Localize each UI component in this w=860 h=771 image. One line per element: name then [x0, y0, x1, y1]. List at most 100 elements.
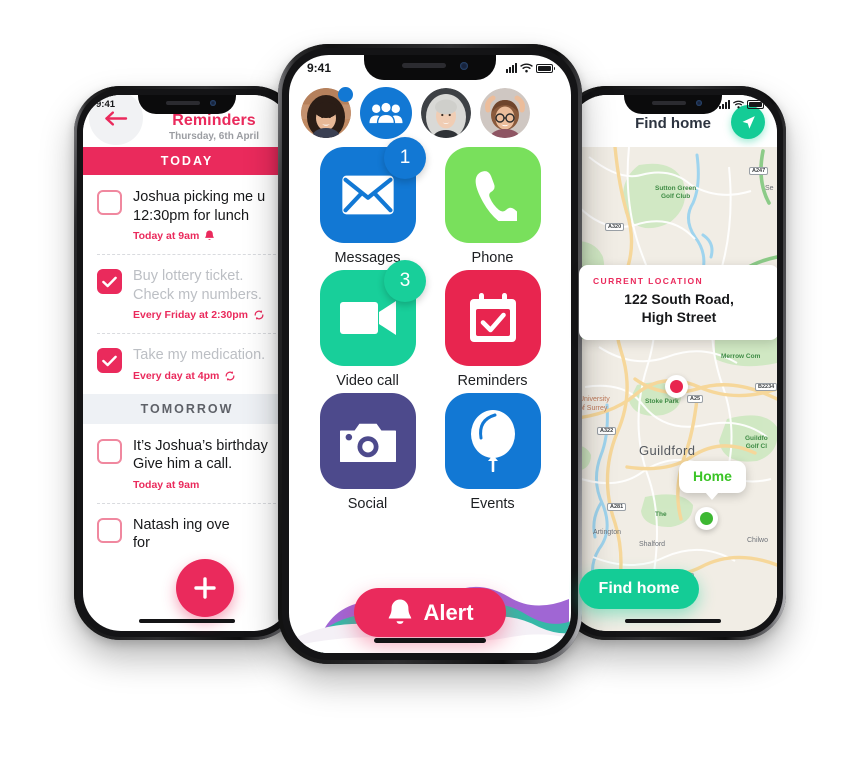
signal-icon	[506, 63, 517, 73]
app-tile[interactable]	[319, 393, 416, 489]
task-row[interactable]: Joshua picking me u 12:30pm for lunch To…	[83, 175, 291, 254]
screen-reminders: 9:41 Reminders Thursday, 6th April TODAY…	[83, 95, 291, 631]
task-content: Buy lottery ticket. Check my numbers. Ev…	[133, 267, 281, 321]
check-icon	[102, 276, 117, 287]
task-meta-text: Every day at 4pm	[133, 369, 220, 382]
map-label: Guildfo Golf Cl	[745, 435, 768, 451]
contact-avatar-1[interactable]	[301, 87, 353, 138]
screen-find-home: Find home Sutton Green Golf Club Se Merr…	[569, 95, 777, 631]
task-checkbox[interactable]	[97, 269, 122, 295]
screenshot-stage: 9:41 Reminders Thursday, 6th April TODAY…	[0, 0, 860, 771]
task-meta: Every day at 4pm	[133, 370, 281, 382]
app-video-call[interactable]: 3 Video call	[311, 260, 426, 389]
current-location-address: 122 South Road, High Street	[593, 291, 765, 327]
task-meta-text: Every Friday at 2:30pm	[133, 309, 248, 322]
find-home-button[interactable]: Find home	[579, 569, 699, 609]
alert-button[interactable]: Alert	[354, 588, 506, 637]
map-label: Stoke Park	[645, 398, 679, 405]
contact-avatar-2[interactable]	[421, 88, 471, 138]
notch	[364, 55, 496, 80]
task-row[interactable]: Take my medication. Every day at 4pm	[83, 333, 291, 394]
road-shield: A247	[749, 167, 769, 175]
app-tile[interactable]	[444, 270, 541, 366]
task-meta: Today at 9am	[133, 479, 281, 491]
repeat-icon	[225, 370, 235, 381]
home-marker-bubble[interactable]: Home	[679, 461, 746, 500]
app-label: Reminders	[457, 373, 528, 389]
task-content: Joshua picking me u 12:30pm for lunch To…	[133, 188, 281, 242]
task-meta: Every Friday at 2:30pm	[133, 309, 281, 321]
balloon-icon	[470, 410, 515, 472]
map-label: Guildford	[639, 443, 696, 458]
app-label: Messages	[334, 250, 401, 266]
app-label: Phone	[471, 250, 514, 266]
status-time: 9:41	[307, 61, 332, 75]
task-title-line: for	[133, 535, 150, 552]
address-line-1: 122 South Road,	[624, 291, 734, 307]
earpiece-speaker	[652, 101, 686, 105]
status-time: 9:41	[96, 99, 116, 110]
task-checkbox[interactable]	[97, 438, 122, 464]
task-meta: Today at 9am	[133, 230, 281, 242]
app-label: Video call	[336, 373, 399, 389]
status-indicators	[719, 100, 766, 109]
section-header-today: TODAY	[83, 147, 291, 175]
section-header-tomorrow: TOMORROW	[83, 393, 291, 424]
home-indicator	[625, 619, 721, 623]
home-indicator	[139, 619, 235, 623]
home-marker[interactable]	[695, 507, 718, 530]
map-label: Chilwo	[747, 537, 769, 544]
camera-icon	[339, 423, 396, 463]
online-status-dot	[338, 87, 353, 102]
earpiece-speaker	[166, 101, 200, 105]
front-camera-icon	[210, 100, 216, 106]
phone-center-home: 9:41 1 Messages Phone 3 Video call Remin…	[278, 44, 582, 664]
page-title: Reminders	[172, 112, 256, 129]
map-label: Merrow Com	[721, 353, 761, 360]
app-phone[interactable]: Phone	[436, 147, 549, 266]
road-shield: B2234	[755, 383, 777, 391]
task-checkbox[interactable]	[97, 190, 122, 215]
task-checkbox[interactable]	[97, 348, 122, 374]
battery-icon	[747, 100, 766, 109]
wifi-icon	[520, 63, 533, 73]
avatar-photo-woman-3	[480, 88, 530, 138]
map-canvas[interactable]: Sutton GreenGolf Club Common Se Merrow C…	[569, 147, 777, 631]
map-label: Artington	[593, 529, 622, 536]
app-events[interactable]: Events	[436, 393, 549, 512]
app-reminders[interactable]: Reminders	[436, 270, 549, 389]
badge-count: 3	[384, 260, 426, 302]
app-grid: 1 Messages Phone 3 Video call Reminders …	[289, 137, 571, 512]
road-shield: A25	[687, 395, 704, 403]
app-social[interactable]: Social	[311, 393, 424, 512]
notch	[138, 95, 236, 114]
task-title-line: Give him a call.	[133, 456, 233, 473]
task-checkbox[interactable]	[97, 517, 122, 543]
add-reminder-button[interactable]	[176, 559, 234, 617]
earpiece-speaker	[402, 63, 446, 68]
phone-icon	[475, 171, 517, 221]
current-location-marker[interactable]	[665, 375, 688, 398]
front-camera-icon	[460, 62, 468, 70]
task-title-line: 12:30pm for lunch	[133, 207, 250, 224]
avatar-photo-woman-2	[421, 88, 471, 138]
contact-avatar-3[interactable]	[480, 88, 530, 138]
task-row[interactable]: Buy lottery ticket. Check my numbers. Ev…	[83, 254, 291, 333]
home-label: Home	[693, 468, 732, 484]
task-meta-text: Today at 9am	[133, 230, 200, 243]
contacts-group-button[interactable]	[360, 87, 412, 139]
task-row[interactable]: It’s Joshua’s birthday Give him a call. …	[83, 424, 291, 503]
app-tile[interactable]	[444, 393, 541, 489]
road-shield: A322	[597, 427, 617, 435]
task-row[interactable]: Natash ing ove for	[83, 502, 291, 565]
plus-icon	[194, 577, 216, 599]
road-shield: A320	[605, 223, 625, 231]
notch	[624, 95, 722, 114]
current-location-card: CURRENT LOCATION 122 South Road, High St…	[579, 265, 777, 340]
page-subtitle: Thursday, 6th April	[168, 131, 259, 142]
app-messages[interactable]: 1 Messages	[311, 137, 426, 266]
map-label: University of Surrey	[579, 396, 610, 413]
app-tile[interactable]	[444, 147, 541, 243]
task-title-line: Buy lottery ticket.	[133, 268, 244, 285]
bell-icon	[205, 230, 215, 241]
